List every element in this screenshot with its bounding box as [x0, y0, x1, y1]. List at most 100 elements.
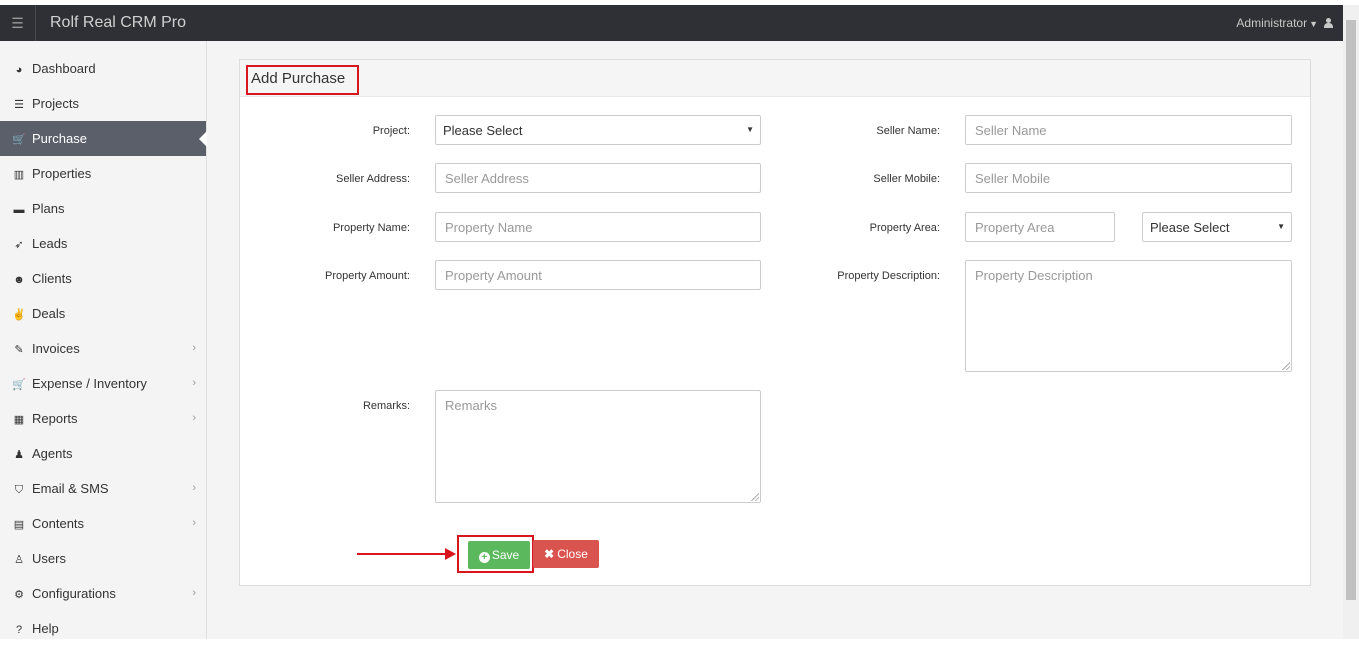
- sidebar-item-label: Leads: [32, 236, 68, 251]
- sidebar-item-label: Reports: [32, 411, 78, 426]
- seller-name-label: Seller Name:: [876, 125, 940, 137]
- chevron-right-icon: ›: [192, 517, 196, 529]
- remarks-textarea[interactable]: Remarks: [435, 390, 761, 503]
- seller-mobile-input[interactable]: Seller Mobile: [965, 163, 1292, 193]
- shield-icon: ⛉: [14, 484, 24, 496]
- app-title: Rolf Real CRM Pro: [50, 14, 187, 31]
- sidebar-item-leads[interactable]: ➶ Leads: [0, 226, 206, 261]
- resize-handle-icon[interactable]: [751, 493, 759, 501]
- sidebar-item-users[interactable]: ♙ Users: [0, 541, 206, 576]
- sidebar-item-help[interactable]: ? Help: [0, 611, 206, 646]
- close-icon: ✖: [544, 547, 555, 561]
- project-select-value: Please Select: [443, 123, 523, 138]
- user-menu[interactable]: Administrator ▼: [1236, 16, 1333, 30]
- property-area-input[interactable]: Property Area: [965, 212, 1115, 242]
- sidebar-item-deals[interactable]: ✌ Deals: [0, 296, 206, 331]
- sidebar-item-label: Help: [32, 621, 59, 636]
- building-icon: ▥: [13, 169, 25, 181]
- sidebar-item-plans[interactable]: ▬ Plans: [0, 191, 206, 226]
- save-button-label: Save: [491, 548, 520, 562]
- menu-toggle-icon[interactable]: ☰: [0, 5, 36, 41]
- seller-mobile-placeholder: Seller Mobile: [975, 171, 1051, 186]
- main-content: Add Purchase Project: Please Select ▼ Se…: [207, 41, 1343, 639]
- property-name-input[interactable]: Property Name: [435, 212, 761, 242]
- chevron-down-icon: ▼: [746, 125, 754, 134]
- server-icon: ☰: [14, 99, 24, 111]
- page-title: Add Purchase: [246, 65, 360, 95]
- sidebar-item-properties[interactable]: ▥ Properties: [0, 156, 206, 191]
- resize-handle-icon[interactable]: [1282, 362, 1290, 370]
- sidebar-item-agents[interactable]: ♟ Agents: [0, 436, 206, 471]
- close-button-label: Close: [557, 547, 588, 561]
- property-area-unit-value: Please Select: [1150, 220, 1230, 235]
- chevron-right-icon: ›: [192, 377, 196, 389]
- sidebar-item-email-sms[interactable]: ⛉ Email & SMS ›: [0, 471, 206, 506]
- property-description-label: Property Description:: [837, 270, 940, 282]
- sidebar-item-expense-inventory[interactable]: 🛒 Expense / Inventory ›: [0, 366, 206, 401]
- rocket-icon: ➶: [14, 239, 24, 251]
- briefcase-icon: ▬: [13, 204, 25, 216]
- annotation-arrow-line: [357, 553, 447, 555]
- project-label: Project:: [372, 125, 410, 137]
- thumbs-up-icon: ✌: [12, 309, 26, 321]
- save-button[interactable]: + Save: [468, 541, 530, 569]
- property-amount-input[interactable]: Property Amount: [435, 260, 761, 290]
- sidebar-item-label: Invoices: [32, 341, 80, 356]
- sidebar-item-label: Contents: [32, 516, 85, 531]
- sidebar-item-label: Users: [32, 551, 66, 566]
- chevron-right-icon: ›: [192, 342, 196, 354]
- sidebar-item-label: Dashboard: [32, 61, 96, 76]
- chevron-down-icon: ▼: [1277, 222, 1285, 231]
- sidebar-item-label: Purchase: [32, 131, 87, 146]
- sidebar-item-reports[interactable]: ▦ Reports ›: [0, 401, 206, 436]
- user-name: Administrator: [1236, 16, 1308, 30]
- cogs-icon: ⚙: [14, 589, 24, 601]
- property-area-label: Property Area:: [869, 222, 940, 234]
- sidebar-item-label: Configurations: [32, 586, 116, 601]
- scrollbar-thumb[interactable]: [1346, 20, 1356, 600]
- property-description-textarea[interactable]: Property Description: [965, 260, 1292, 372]
- sidebar-item-label: Expense / Inventory: [32, 376, 147, 391]
- project-select[interactable]: Please Select ▼: [435, 115, 761, 145]
- chevron-right-icon: ›: [192, 587, 196, 599]
- table-icon: ▦: [13, 414, 25, 426]
- sidebar-item-label: Deals: [32, 306, 66, 321]
- plus-circle-icon: +: [478, 552, 490, 563]
- user-secret-icon: ♟: [14, 449, 24, 461]
- remarks-placeholder: Remarks: [445, 398, 498, 413]
- seller-address-label: Seller Address:: [336, 173, 410, 185]
- property-amount-placeholder: Property Amount: [445, 268, 542, 283]
- top-bar: ☰ Rolf Real CRM Pro Administrator ▼: [0, 5, 1343, 41]
- sidebar-item-label: Projects: [32, 96, 79, 111]
- sidebar-item-label: Agents: [32, 446, 73, 461]
- user-icon: ♙: [14, 554, 24, 566]
- remarks-label: Remarks:: [362, 400, 410, 412]
- sidebar-nav: ◕ Dashboard ☰ Projects 🛒 Purchase ▥ Properties ▬…: [0, 51, 207, 646]
- seller-name-placeholder: Seller Name: [975, 123, 1047, 138]
- sidebar-item-label: Properties: [32, 166, 92, 181]
- property-area-unit-select[interactable]: Please Select ▼: [1142, 212, 1292, 242]
- question-circle-icon: ?: [15, 624, 23, 636]
- dashboard-icon: ◕: [15, 64, 23, 76]
- sidebar-item-invoices[interactable]: ✎ Invoices ›: [0, 331, 206, 366]
- seller-address-input[interactable]: Seller Address: [435, 163, 761, 193]
- chevron-right-icon: ›: [192, 412, 196, 424]
- property-amount-label: Property Amount:: [325, 270, 410, 282]
- close-button[interactable]: ✖ Close: [533, 540, 599, 568]
- property-name-label: Property Name:: [332, 222, 410, 234]
- seller-name-input[interactable]: Seller Name: [965, 115, 1292, 145]
- sidebar-item-purchase[interactable]: 🛒 Purchase: [0, 121, 207, 156]
- sidebar-item-clients[interactable]: ☻ Clients: [0, 261, 206, 296]
- sidebar-item-projects[interactable]: ☰ Projects: [0, 86, 206, 121]
- property-area-placeholder: Property Area: [975, 220, 1055, 235]
- cart-icon: 🛒: [12, 134, 26, 146]
- cart-icon: 🛒: [12, 379, 26, 391]
- newspaper-icon: ▤: [13, 519, 25, 531]
- sidebar-item-configurations[interactable]: ⚙ Configurations ›: [0, 576, 206, 611]
- add-purchase-panel: Add Purchase Project: Please Select ▼ Se…: [239, 59, 1311, 586]
- sidebar-item-dashboard[interactable]: ◕ Dashboard: [0, 51, 206, 86]
- sidebar-item-label: Clients: [32, 271, 72, 286]
- sidebar-item-contents[interactable]: ▤ Contents ›: [0, 506, 206, 541]
- property-description-placeholder: Property Description: [975, 268, 1093, 283]
- annotation-arrow-head: [445, 548, 456, 560]
